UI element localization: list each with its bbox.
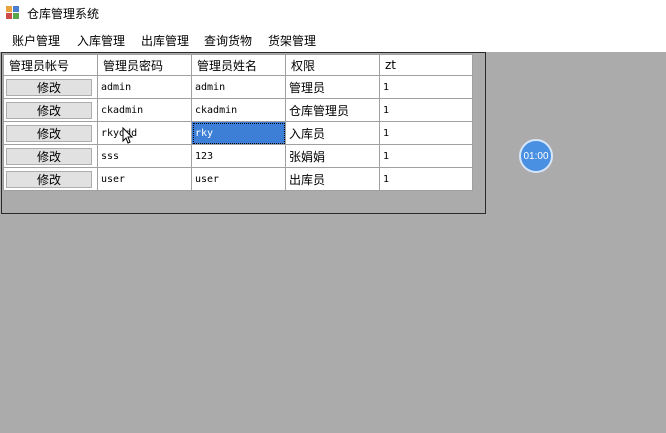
role-cell[interactable]: 入库员 [285, 121, 380, 145]
edit-button[interactable]: 修改 [6, 78, 92, 96]
edit-button[interactable]: 修改 [6, 170, 92, 188]
name-cell[interactable]: 123 [191, 144, 286, 168]
data-grid: 管理员帐号 管理员密码 管理员姓名 权限 zt 修改 admin admin 管… [3, 54, 473, 191]
data-grid-frame: 管理员帐号 管理员密码 管理员姓名 权限 zt 修改 admin admin 管… [1, 52, 486, 214]
name-cell[interactable]: admin [191, 75, 286, 99]
table-row: 修改 sss 123 张娟娟 1 [3, 144, 473, 168]
column-header-password[interactable]: 管理员密码 [97, 54, 192, 76]
window-title: 仓库管理系统 [27, 7, 100, 21]
app-window-icon [6, 6, 19, 19]
name-cell[interactable]: ckadmin [191, 98, 286, 122]
zt-cell[interactable]: 1 [379, 75, 473, 99]
role-cell[interactable]: 管理员 [285, 75, 380, 99]
name-cell-selected[interactable]: rky [191, 121, 286, 145]
menu-shelf[interactable]: 货架管理 [268, 32, 316, 49]
edit-button[interactable]: 修改 [6, 147, 92, 165]
column-header-account[interactable]: 管理员帐号 [3, 54, 98, 76]
edit-cell: 修改 [3, 167, 98, 191]
column-header-zt[interactable]: zt [379, 54, 473, 76]
table-row: 修改 admin admin 管理员 1 [3, 75, 473, 99]
table-row: 修改 ckadmin ckadmin 仓库管理员 1 [3, 98, 473, 122]
table-row: 修改 user user 出库员 1 [3, 167, 473, 191]
password-cell[interactable]: ckadmin [97, 98, 192, 122]
title-bar: 仓库管理系统 [0, 0, 666, 27]
password-cell[interactable]: rkyddd [97, 121, 192, 145]
edit-button[interactable]: 修改 [6, 124, 92, 142]
edit-cell: 修改 [3, 144, 98, 168]
edit-cell: 修改 [3, 121, 98, 145]
menu-outbound[interactable]: 出库管理 [141, 32, 189, 49]
name-cell[interactable]: user [191, 167, 286, 191]
password-cell[interactable]: user [97, 167, 192, 191]
role-cell[interactable]: 出库员 [285, 167, 380, 191]
zt-cell[interactable]: 1 [379, 98, 473, 122]
timer-badge[interactable]: 01:00 [519, 139, 553, 173]
menu-bar: 账户管理 入库管理 出库管理 查询货物 货架管理 [0, 27, 666, 52]
menu-account[interactable]: 账户管理 [12, 32, 60, 49]
grid-header-row: 管理员帐号 管理员密码 管理员姓名 权限 zt [3, 54, 473, 76]
menu-inbound[interactable]: 入库管理 [77, 32, 125, 49]
password-cell[interactable]: sss [97, 144, 192, 168]
role-cell[interactable]: 仓库管理员 [285, 98, 380, 122]
zt-cell[interactable]: 1 [379, 167, 473, 191]
password-cell[interactable]: admin [97, 75, 192, 99]
edit-button[interactable]: 修改 [6, 101, 92, 119]
edit-cell: 修改 [3, 98, 98, 122]
edit-cell: 修改 [3, 75, 98, 99]
zt-cell[interactable]: 1 [379, 121, 473, 145]
zt-cell[interactable]: 1 [379, 144, 473, 168]
table-row: 修改 rkyddd rky 入库员 1 [3, 121, 473, 145]
column-header-role[interactable]: 权限 [285, 54, 380, 76]
role-cell[interactable]: 张娟娟 [285, 144, 380, 168]
column-header-name[interactable]: 管理员姓名 [191, 54, 286, 76]
menu-query[interactable]: 查询货物 [204, 32, 252, 49]
mouse-cursor-icon [122, 127, 134, 144]
